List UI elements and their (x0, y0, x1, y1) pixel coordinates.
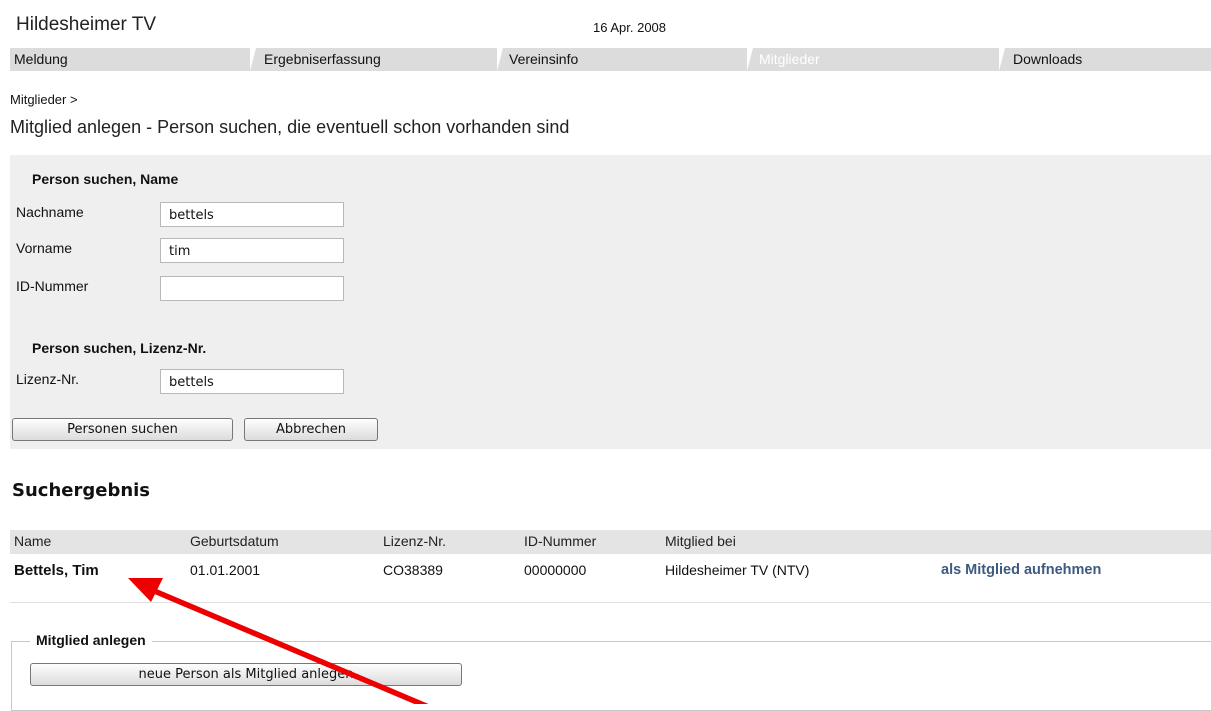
firstname-input[interactable]: tim (160, 238, 344, 263)
main-nav: Meldung Ergebniserfassung Vereinsinfo Mi… (10, 48, 1211, 71)
tab-vereinsinfo[interactable]: Vereinsinfo (509, 48, 578, 71)
col-license: Lizenz-Nr. (383, 533, 447, 549)
search-persons-button[interactable]: Personen suchen (12, 418, 233, 441)
result-license: CO38389 (383, 562, 443, 578)
result-birthdate: 01.01.2001 (190, 562, 261, 578)
license-label: Lizenz-Nr. (16, 371, 80, 387)
license-input[interactable]: bettels (160, 369, 344, 394)
col-member-of: Mitglied bei (665, 533, 736, 549)
tab-separator (250, 48, 256, 71)
id-number-input[interactable] (160, 276, 344, 301)
result-name: Bettels, Tim (14, 562, 99, 579)
tab-meldung[interactable]: Meldung (14, 48, 68, 71)
result-club: Hildesheimer TV (NTV) (665, 562, 810, 578)
cancel-button[interactable]: Abbrechen (244, 418, 378, 441)
add-as-member-link[interactable]: als Mitglied aufnehmen (941, 562, 1101, 578)
firstname-label: Vorname (16, 240, 73, 256)
breadcrumb[interactable]: Mitglieder > (10, 92, 78, 107)
search-by-name-title: Person suchen, Name (32, 171, 179, 187)
current-date: 16 Apr. 2008 (593, 20, 667, 35)
tab-ergebniserfassung[interactable]: Ergebniserfassung (264, 48, 381, 71)
tab-mitglieder[interactable]: Mitglieder (759, 48, 820, 71)
col-birthdate: Geburtsdatum (190, 533, 279, 549)
lastname-input[interactable]: bettels (160, 202, 344, 227)
result-id-number: 00000000 (524, 562, 587, 578)
col-name: Name (14, 533, 52, 549)
tab-separator (999, 48, 1005, 71)
create-member-legend: Mitglied anlegen (30, 632, 152, 648)
new-person-member-button[interactable]: neue Person als Mitglied anlegen (30, 663, 462, 686)
id-number-label: ID-Nummer (16, 278, 89, 294)
results-title: Suchergebnis (12, 480, 151, 501)
row-divider (10, 602, 1211, 603)
site-title: Hildesheimer TV (16, 14, 157, 35)
tab-downloads[interactable]: Downloads (1013, 48, 1082, 71)
col-id-number: ID-Nummer (524, 533, 597, 549)
arrow-head (128, 578, 163, 602)
tab-separator (497, 48, 503, 71)
search-panel: Person suchen, Name Nachname bettels Vor… (10, 155, 1211, 449)
results-table-header: Name Geburtsdatum Lizenz-Nr. ID-Nummer M… (10, 530, 1211, 554)
search-by-license-title: Person suchen, Lizenz-Nr. (32, 340, 207, 356)
tab-separator (747, 48, 753, 71)
lastname-label: Nachname (16, 204, 84, 220)
page-title: Mitglied anlegen - Person suchen, die ev… (10, 117, 570, 137)
